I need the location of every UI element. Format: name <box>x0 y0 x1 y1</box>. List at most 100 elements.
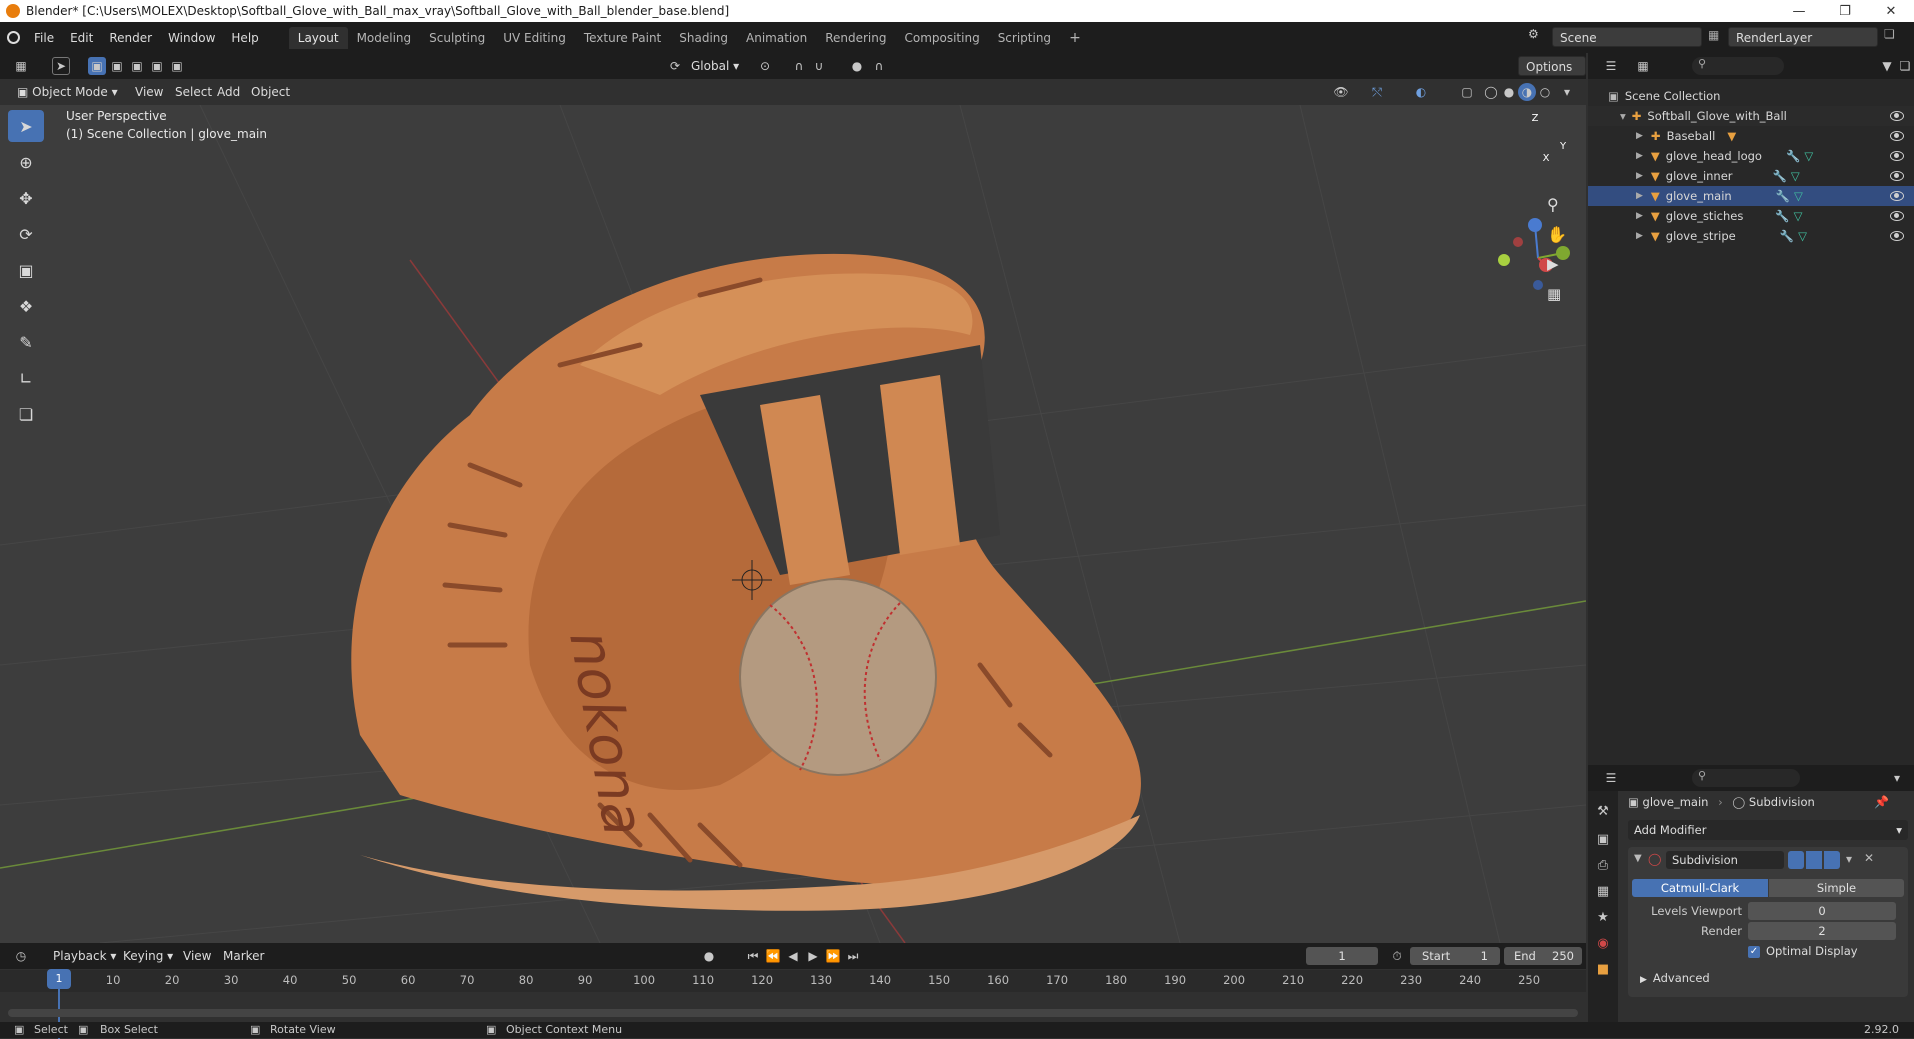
tab-texture-paint[interactable]: Texture Paint <box>575 27 670 49</box>
shading-material-icon[interactable]: ◑ <box>1518 83 1536 101</box>
outliner-item-glove-head-logo[interactable]: ▶ ▼ glove_head_logo 🔧 ▽ <box>1588 146 1914 166</box>
gizmo-x-label[interactable]: X <box>1540 153 1552 164</box>
render-tab-icon[interactable]: ▣ <box>1588 825 1618 853</box>
orientation-icon[interactable]: ⟳ <box>666 57 684 75</box>
properties-options-icon[interactable]: ▾ <box>1888 769 1906 787</box>
render-levels-field[interactable]: 2 <box>1748 922 1896 940</box>
simple-button[interactable]: Simple <box>1769 879 1904 897</box>
outliner-item-glove-inner[interactable]: ▶ ▼ glove_inner 🔧 ▽ <box>1588 166 1914 186</box>
shading-rendered-icon[interactable]: ○ <box>1536 83 1554 101</box>
options-dropdown[interactable]: Options ▾ <box>1518 56 1586 94</box>
mesh-data-icon[interactable]: ▽ <box>1798 229 1807 243</box>
output-tab-icon[interactable]: ⎙ <box>1588 851 1618 879</box>
expand-arrow-icon[interactable]: ▾ <box>1620 109 1626 123</box>
snap-icon[interactable]: ∩ <box>790 57 808 75</box>
modifier-wrench-icon[interactable]: 🔧 <box>1775 209 1789 223</box>
close-icon[interactable]: ✕ <box>1868 0 1914 22</box>
outliner-scene-collection[interactable]: ▣ Scene Collection <box>1588 86 1914 106</box>
eye-icon[interactable] <box>1890 131 1904 141</box>
mode-invert-icon[interactable]: ▣ <box>148 57 166 75</box>
end-frame-field[interactable]: End 250 <box>1504 947 1582 965</box>
move-tool-icon[interactable]: ✥ <box>8 182 44 214</box>
tab-layout[interactable]: Layout <box>288 26 348 49</box>
tab-rendering[interactable]: Rendering <box>816 27 895 49</box>
render-layer-field[interactable]: RenderLayer <box>1728 27 1878 47</box>
tool-tab-icon[interactable]: ⚒ <box>1588 797 1618 825</box>
camera-view-icon[interactable]: ▶ <box>1547 255 1559 273</box>
gizmo-toggle-icon[interactable]: ⤲ <box>1368 83 1386 101</box>
catmull-clark-button[interactable]: Catmull-Clark <box>1632 879 1768 897</box>
properties-editor-icon[interactable]: ☰ <box>1602 769 1620 787</box>
shading-wireframe-icon[interactable]: ◯ <box>1482 83 1500 101</box>
jump-end-icon[interactable]: ⏭ <box>844 947 862 965</box>
tab-sculpting[interactable]: Sculpting <box>420 27 494 49</box>
3d-viewport[interactable]: nokona Z Y X User Perspective (1) Scene … <box>0 105 1586 943</box>
modifier-name-input[interactable]: Subdivision <box>1666 851 1784 869</box>
shading-solid-icon[interactable]: ● <box>1500 83 1518 101</box>
next-keyframe-icon[interactable]: ⏩ <box>824 947 842 965</box>
outliner-item-glove-stiches[interactable]: ▶ ▼ glove_stiches 🔧 ▽ <box>1588 206 1914 226</box>
current-frame-field[interactable]: 1 <box>1306 947 1378 965</box>
render-toggle-icon[interactable] <box>1824 851 1840 869</box>
optimal-display-checkbox[interactable]: ✓ <box>1748 946 1760 958</box>
mesh-data-icon[interactable]: ▽ <box>1791 169 1800 183</box>
levels-viewport-field[interactable]: 0 <box>1748 902 1896 920</box>
object-mode-dropdown[interactable]: ▣ Object Mode ▾ <box>10 82 125 102</box>
outliner-search-input[interactable]: ⚲ <box>1692 57 1784 75</box>
menu-edit[interactable]: Edit <box>62 27 101 49</box>
rotate-tool-icon[interactable]: ⟳ <box>8 218 44 250</box>
scale-tool-icon[interactable]: ▣ <box>8 254 44 286</box>
annotate-tool-icon[interactable]: ✎ <box>8 326 44 358</box>
select-box-tool-icon[interactable]: ➤ <box>8 110 44 142</box>
falloff-icon[interactable]: ∩ <box>870 57 888 75</box>
outliner-editor-icon[interactable]: ☰ <box>1602 57 1620 75</box>
outliner-item-glove-stripe[interactable]: ▶ ▼ glove_stripe 🔧 ▽ <box>1588 226 1914 246</box>
viewport-menu-object[interactable]: Object <box>244 82 297 102</box>
prev-keyframe-icon[interactable]: ⏪ <box>764 947 782 965</box>
tab-modeling[interactable]: Modeling <box>348 27 421 49</box>
playback-menu[interactable]: Playback ▾ <box>46 946 123 966</box>
editor-type-icon[interactable]: ▦ <box>12 57 30 75</box>
add-modifier-dropdown[interactable]: Add Modifier ▾ <box>1628 820 1908 840</box>
modifier-menu-icon[interactable]: ▾ <box>1846 852 1852 866</box>
new-collection-icon[interactable]: ❏ <box>1896 57 1914 75</box>
eye-icon[interactable] <box>1890 191 1904 201</box>
overlay-toggle-icon[interactable]: ◐ <box>1412 83 1430 101</box>
shading-options-icon[interactable]: ▾ <box>1558 83 1576 101</box>
pan-hand-icon[interactable]: ✋ <box>1547 225 1567 244</box>
play-icon[interactable]: ▶ <box>804 947 822 965</box>
modifier-wrench-icon[interactable]: 🔧 <box>1786 149 1800 163</box>
view-layer-tab-icon[interactable]: ▦ <box>1588 877 1618 905</box>
mesh-data-icon[interactable]: ▽ <box>1794 189 1803 203</box>
filter-icon[interactable]: ▼ <box>1878 57 1896 75</box>
record-icon[interactable]: ● <box>700 947 718 965</box>
eye-icon[interactable] <box>1890 171 1904 181</box>
tab-shading[interactable]: Shading <box>670 27 737 49</box>
add-cube-tool-icon[interactable]: ❏ <box>8 398 44 430</box>
timeline-editor-icon[interactable]: ◷ <box>12 947 30 965</box>
timeline-scrollbar[interactable] <box>8 1009 1578 1017</box>
preview-range-icon[interactable]: ⏱ <box>1388 947 1406 965</box>
eye-icon[interactable] <box>1890 231 1904 241</box>
scene-field[interactable]: Scene <box>1552 27 1702 47</box>
transform-tool-icon[interactable]: ❖ <box>8 290 44 322</box>
advanced-subpanel[interactable]: ▶ Advanced <box>1640 971 1710 985</box>
zoom-icon[interactable]: ⚲ <box>1547 195 1559 214</box>
display-mode-icon[interactable]: ▦ <box>1634 57 1652 75</box>
eye-icon[interactable] <box>1890 151 1904 161</box>
visibility-icon[interactable]: 👁 <box>1332 83 1350 101</box>
mode-subtract-icon[interactable]: ▣ <box>128 57 146 75</box>
pin-icon-glyph[interactable]: 📌 <box>1874 795 1889 809</box>
marker-menu[interactable]: Marker <box>216 946 271 966</box>
outliner-item-baseball[interactable]: ▶ ✚ Baseball ▼ <box>1588 126 1914 146</box>
eye-icon[interactable] <box>1890 111 1904 121</box>
measure-tool-icon[interactable]: ∟ <box>8 362 44 394</box>
mode-extend-icon[interactable]: ▣ <box>108 57 126 75</box>
select-tool-icon[interactable]: ➤ <box>52 57 70 75</box>
mesh-data-icon[interactable]: ▽ <box>1794 209 1803 223</box>
keying-menu[interactable]: Keying ▾ <box>116 946 180 966</box>
remove-modifier-icon[interactable]: ✕ <box>1864 851 1874 865</box>
scene-tab-icon[interactable]: ★ <box>1588 903 1618 931</box>
frame-ruler[interactable]: 1102030405060708090100110120130140150160… <box>0 970 1586 992</box>
eye-icon[interactable] <box>1890 211 1904 221</box>
